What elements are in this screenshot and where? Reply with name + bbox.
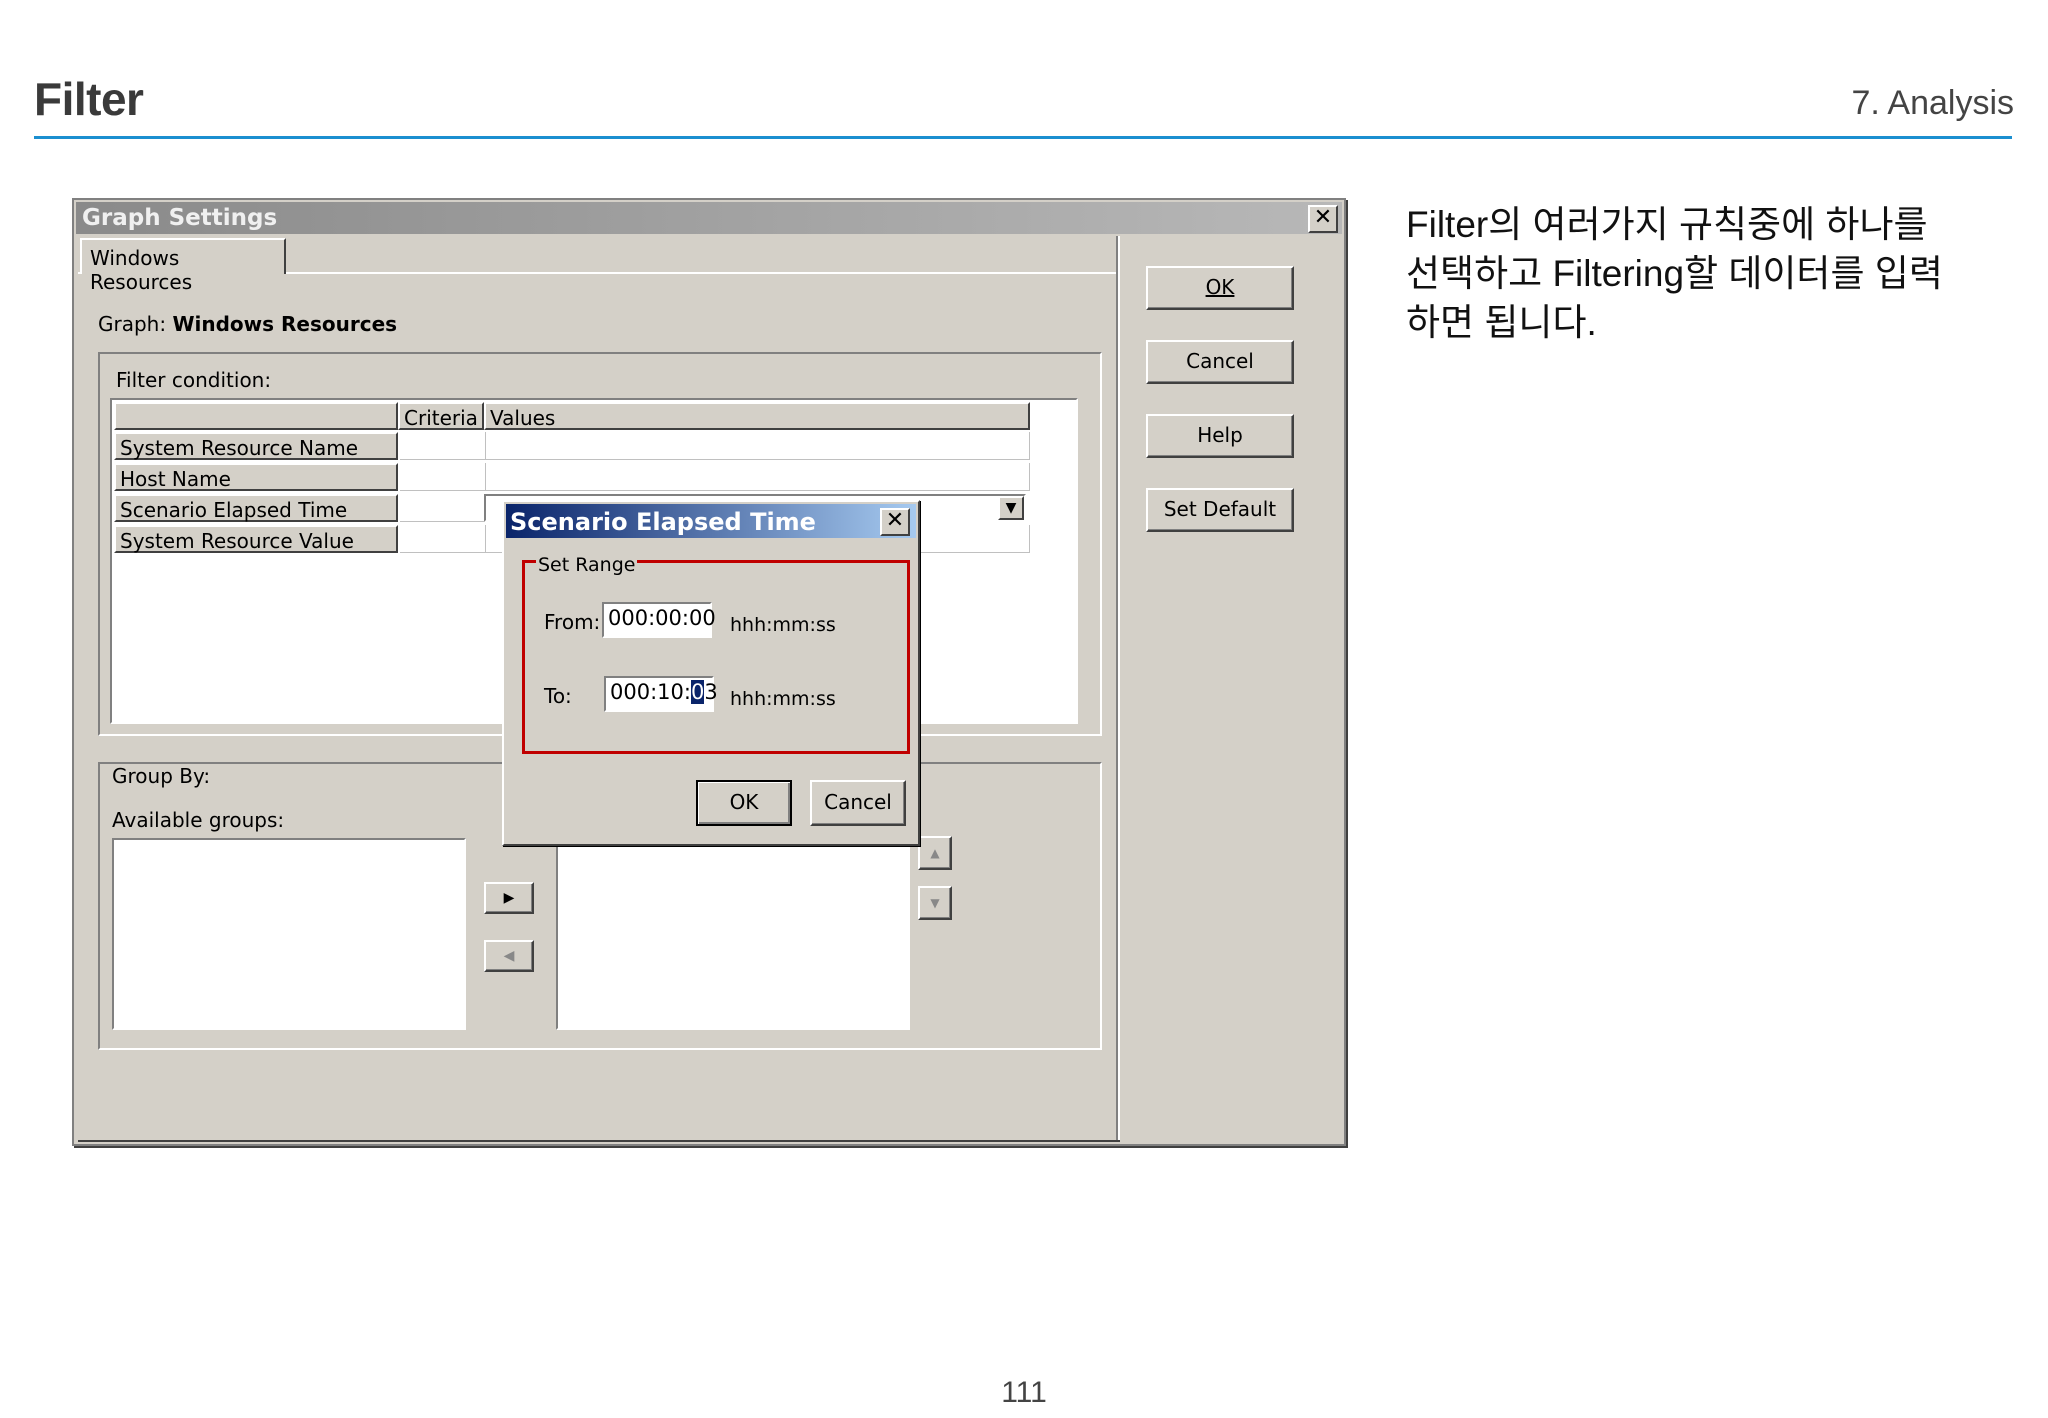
row-header[interactable]: Scenario Elapsed Time — [114, 494, 398, 522]
from-format-hint: hhh:mm:ss — [730, 614, 836, 636]
ok-button-label: OK — [1205, 275, 1235, 299]
criteria-cell[interactable] — [400, 463, 486, 491]
graph-settings-dialog: Graph Settings ✕ Windows Resources Graph… — [72, 198, 1346, 1146]
popup-cancel-label: Cancel — [824, 790, 892, 814]
from-label: From: — [544, 610, 601, 634]
to-time-selection: 0 — [690, 680, 705, 704]
help-button-label: Help — [1197, 423, 1243, 447]
dialog-title: Graph Settings — [82, 205, 278, 231]
values-header-label: Values — [490, 406, 556, 430]
to-format-hint: hhh:mm:ss — [730, 688, 836, 710]
close-icon[interactable]: ✕ — [880, 508, 910, 536]
ok-button[interactable]: OK — [1146, 266, 1294, 310]
cancel-button-label: Cancel — [1186, 349, 1254, 373]
graph-name: Windows Resources — [172, 312, 398, 336]
group-by-label: Group By: — [110, 764, 213, 788]
to-time-value-suffix: 3 — [704, 680, 718, 704]
criteria-cell[interactable] — [400, 432, 486, 460]
move-down-button[interactable]: ▼ — [918, 886, 952, 920]
criteria-header-label: Criteria — [404, 406, 478, 430]
cancel-button[interactable]: Cancel — [1146, 340, 1294, 384]
grid-corner-header — [114, 402, 398, 430]
to-label: To: — [544, 684, 572, 708]
popup-ok-label: OK — [729, 790, 759, 814]
value-cell[interactable] — [486, 463, 1030, 491]
row-header[interactable]: System Resource Name — [114, 432, 398, 460]
arrow-left-icon: ◀ — [503, 948, 515, 964]
graph-label: Graph: Windows Resources — [98, 312, 397, 336]
scenario-elapsed-time-dialog: Scenario Elapsed Time ✕ Set Range From: … — [502, 500, 920, 846]
criteria-cell[interactable] — [400, 525, 486, 553]
set-range-label: Set Range — [536, 554, 638, 576]
move-left-button[interactable]: ◀ — [484, 940, 534, 972]
popup-ok-button[interactable]: OK — [696, 780, 792, 826]
section-label: 7. Analysis — [1851, 84, 2014, 122]
from-time-value: 000:00:00 — [608, 606, 716, 630]
move-up-button[interactable]: ▲ — [918, 836, 952, 870]
available-groups-label: Available groups: — [110, 808, 287, 832]
tab-label: Windows Resources — [90, 246, 193, 294]
title-divider — [34, 136, 2012, 139]
from-time-input[interactable]: 000:00:00 — [602, 602, 716, 638]
move-right-button[interactable]: ▶ — [484, 882, 534, 914]
highlight-frame — [522, 560, 910, 754]
selected-groups-list[interactable] — [556, 838, 910, 1030]
available-groups-list[interactable] — [112, 838, 466, 1030]
slide-description: Filter의 여러가지 규칙중에 하나를 선택하고 Filtering할 데이… — [1406, 204, 1943, 343]
tab-windows-resources[interactable]: Windows Resources — [80, 238, 286, 294]
set-default-button-label: Set Default — [1163, 497, 1277, 521]
page-number: 111 — [1001, 1376, 1047, 1409]
arrow-up-icon: ▲ — [930, 846, 940, 860]
dialog-titlebar[interactable]: Graph Settings ✕ — [76, 202, 1342, 234]
close-icon[interactable]: ✕ — [1308, 205, 1338, 233]
row-header[interactable]: System Resource Value — [114, 525, 398, 553]
filter-condition-label: Filter condition: — [114, 368, 274, 392]
column-header-criteria[interactable]: Criteria — [398, 402, 484, 430]
popup-cancel-button[interactable]: Cancel — [810, 780, 906, 826]
to-time-value-prefix: 000:10: — [610, 680, 691, 704]
graph-prefix: Graph: — [98, 312, 167, 336]
chevron-down-icon[interactable]: ▼ — [998, 496, 1024, 520]
page-title: Filter — [34, 73, 144, 125]
side-separator — [1116, 236, 1120, 1140]
row-header[interactable]: Host Name — [114, 463, 398, 491]
value-cell[interactable] — [486, 432, 1030, 460]
column-header-values[interactable]: Values — [484, 402, 1030, 430]
arrow-right-icon: ▶ — [503, 890, 515, 906]
popup-title: Scenario Elapsed Time — [510, 508, 816, 536]
to-time-input[interactable]: 000:10:03 — [604, 676, 718, 712]
set-default-button[interactable]: Set Default — [1146, 488, 1294, 532]
help-button[interactable]: Help — [1146, 414, 1294, 458]
criteria-cell[interactable] — [400, 494, 486, 522]
popup-titlebar[interactable]: Scenario Elapsed Time ✕ — [506, 504, 916, 538]
arrow-down-icon: ▼ — [930, 896, 940, 910]
